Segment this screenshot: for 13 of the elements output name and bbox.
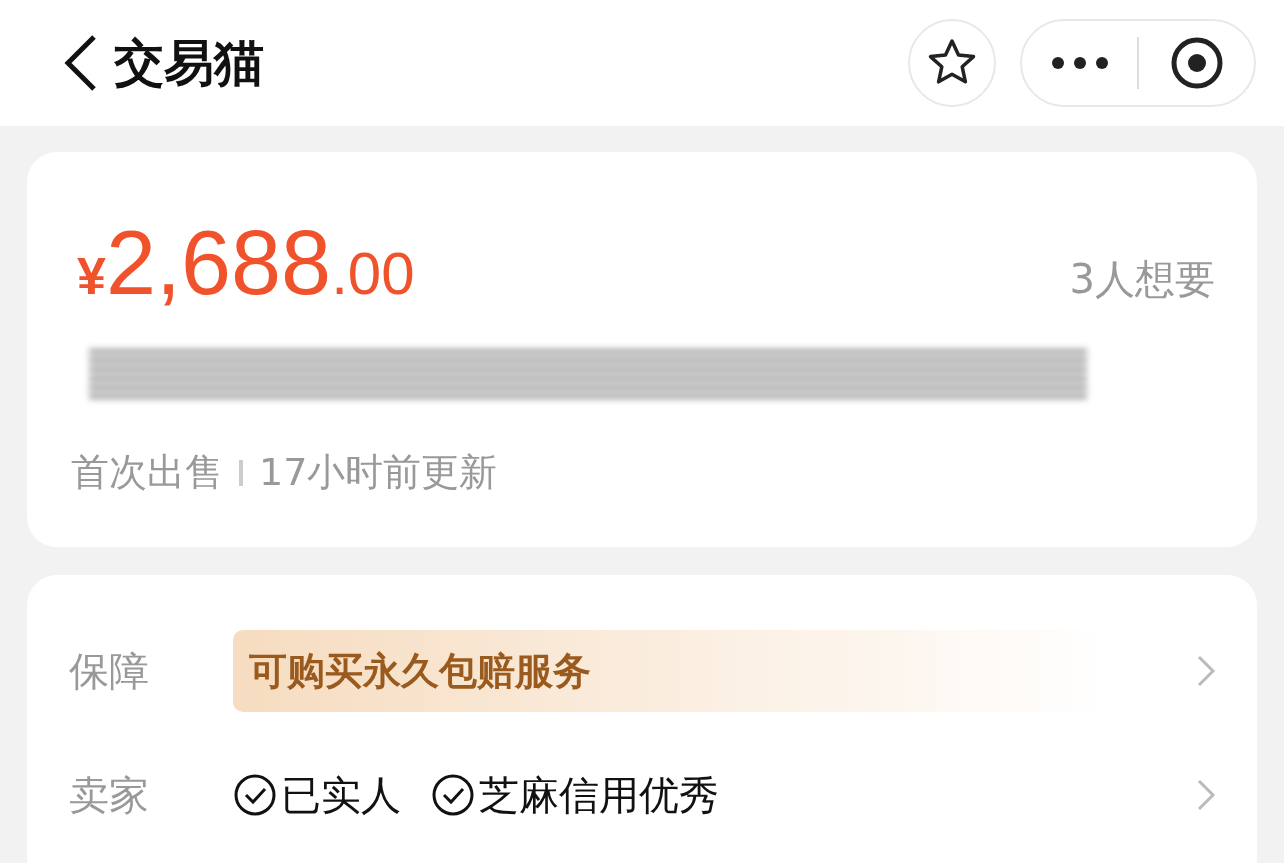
check-circle-icon xyxy=(233,773,277,817)
check-circle-icon xyxy=(431,773,475,817)
meta-text: 17小时前更新 xyxy=(259,449,498,496)
row-label: 保障 xyxy=(69,646,150,696)
seller-tag: 已实人 xyxy=(281,767,401,823)
price: ¥2,688.00 xyxy=(77,212,415,315)
wants-count: 3人想要 xyxy=(1069,255,1215,304)
page-title: 交易猫 xyxy=(114,32,265,94)
meta-text: 首次出售 xyxy=(71,449,223,496)
more-icon xyxy=(1050,56,1109,70)
row-label: 卖家 xyxy=(69,770,150,820)
seller-tag: 芝麻信用优秀 xyxy=(479,767,719,823)
target-icon xyxy=(1169,36,1224,90)
